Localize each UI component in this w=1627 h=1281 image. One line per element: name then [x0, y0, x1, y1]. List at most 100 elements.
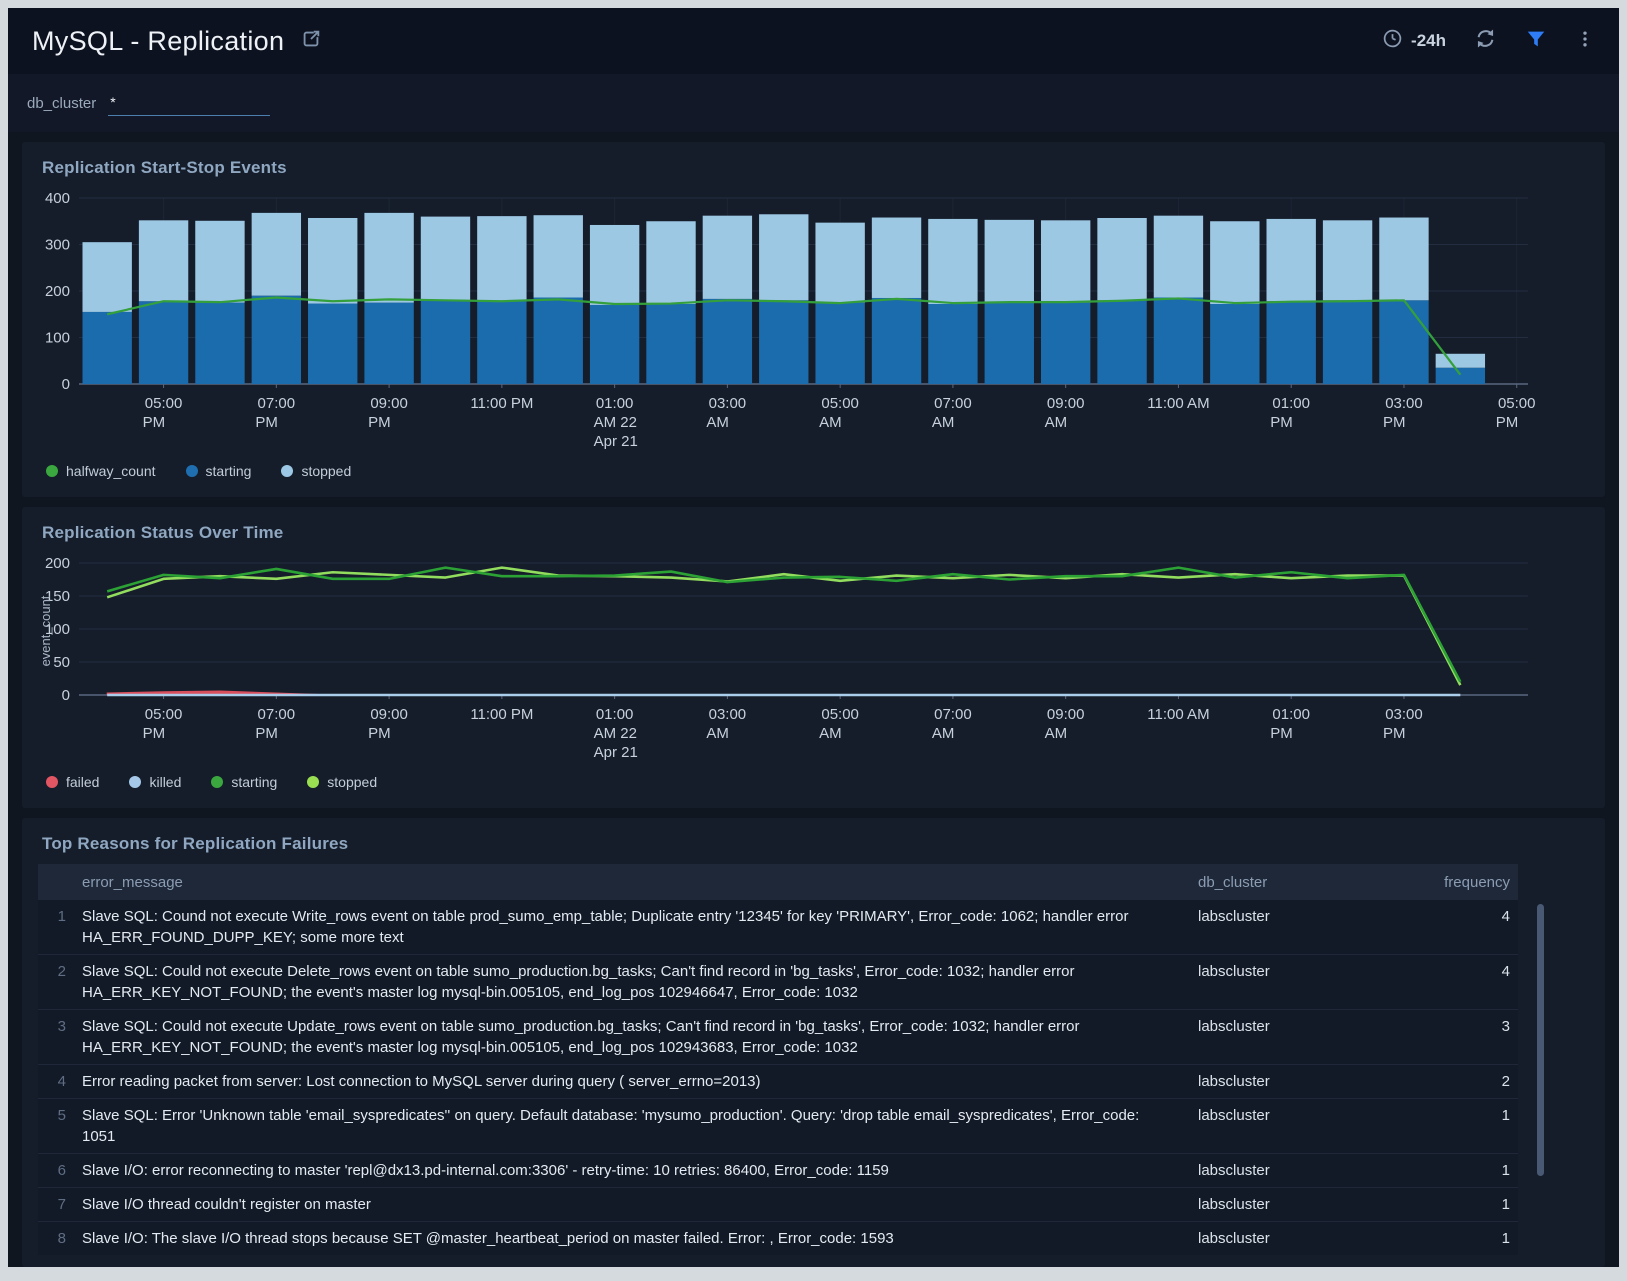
- row-number: 6: [38, 1154, 82, 1187]
- svg-text:PM: PM: [368, 725, 391, 742]
- cell-error-message: Slave I/O: error reconnecting to master …: [82, 1154, 1198, 1187]
- panel-title: Replication Start-Stop Events: [42, 158, 1589, 178]
- svg-text:200: 200: [45, 555, 70, 572]
- svg-text:PM: PM: [143, 725, 166, 742]
- cell-error-message: Slave I/O thread couldn't register on ma…: [82, 1188, 1198, 1221]
- legend-dot-killed: [129, 776, 141, 788]
- cell-db-cluster: labscluster: [1198, 900, 1428, 933]
- svg-text:09:00: 09:00: [370, 706, 408, 723]
- page-title: MySQL - Replication: [32, 26, 284, 57]
- legend-item-stopped[interactable]: stopped: [281, 463, 351, 479]
- svg-text:AM: AM: [706, 414, 729, 431]
- legend-dot-stopped: [281, 465, 293, 477]
- svg-text:05:00: 05:00: [145, 706, 183, 723]
- cell-db-cluster: labscluster: [1198, 1065, 1428, 1098]
- header-actions: -24h: [1382, 27, 1595, 55]
- failures-table: error_message db_cluster frequency 1Slav…: [38, 864, 1518, 1255]
- cell-db-cluster: labscluster: [1198, 1154, 1428, 1187]
- svg-text:PM: PM: [143, 414, 166, 431]
- svg-text:05:00: 05:00: [821, 706, 859, 723]
- svg-text:05:00: 05:00: [1498, 395, 1536, 412]
- cell-error-message: Slave I/O: The slave I/O thread stops be…: [82, 1222, 1198, 1255]
- kebab-menu-icon: [1575, 29, 1595, 54]
- svg-text:11:00 PM: 11:00 PM: [470, 395, 533, 412]
- legend-item-failed[interactable]: failed: [46, 774, 99, 790]
- svg-text:11:00 AM: 11:00 AM: [1147, 395, 1209, 412]
- table-scrollbar[interactable]: [1537, 904, 1544, 1176]
- time-range-label: -24h: [1411, 31, 1446, 51]
- svg-text:PM: PM: [1383, 725, 1406, 742]
- legend-item-killed[interactable]: killed: [129, 774, 181, 790]
- svg-text:09:00: 09:00: [1047, 395, 1085, 412]
- table-row: 7Slave I/O thread couldn't register on m…: [38, 1187, 1518, 1221]
- svg-text:event_count: event_count: [38, 595, 53, 666]
- column-header-error-message: error_message: [82, 874, 1198, 891]
- cell-db-cluster: labscluster: [1198, 1222, 1428, 1255]
- svg-text:0: 0: [62, 376, 70, 393]
- svg-text:01:00: 01:00: [1272, 706, 1310, 723]
- svg-text:AM: AM: [932, 725, 955, 742]
- svg-text:01:00: 01:00: [596, 706, 634, 723]
- row-number: 5: [38, 1099, 82, 1132]
- legend-label: stopped: [327, 774, 377, 790]
- legend-dot-starting: [186, 465, 198, 477]
- table-row: 8Slave I/O: The slave I/O thread stops b…: [38, 1221, 1518, 1255]
- legend-item-starting[interactable]: starting: [211, 774, 277, 790]
- panel-replication-status-over-time: Replication Status Over Time 05010015020…: [22, 507, 1605, 808]
- cell-error-message: Error reading packet from server: Lost c…: [82, 1065, 1198, 1098]
- svg-text:11:00 PM: 11:00 PM: [470, 706, 533, 723]
- table-row: 2Slave SQL: Could not execute Delete_row…: [38, 954, 1518, 1009]
- svg-text:07:00: 07:00: [934, 706, 972, 723]
- svg-text:07:00: 07:00: [258, 706, 296, 723]
- svg-text:01:00: 01:00: [596, 395, 634, 412]
- svg-text:AM 22: AM 22: [594, 414, 637, 431]
- cell-frequency: 1: [1428, 1188, 1518, 1221]
- legend-item-halfway_count[interactable]: halfway_count: [46, 463, 156, 479]
- svg-text:09:00: 09:00: [1047, 706, 1085, 723]
- db-cluster-filter-input[interactable]: [108, 91, 270, 116]
- filter-funnel-icon: [1525, 28, 1547, 55]
- svg-text:09:00: 09:00: [370, 395, 408, 412]
- time-range-button[interactable]: -24h: [1382, 28, 1446, 54]
- cell-error-message: Slave SQL: Could not execute Update_rows…: [82, 1010, 1198, 1064]
- cell-db-cluster: labscluster: [1198, 1099, 1428, 1132]
- svg-text:03:00: 03:00: [1385, 395, 1423, 412]
- refresh-button[interactable]: [1474, 27, 1497, 55]
- failures-table-body: 1Slave SQL: Cound not execute Write_rows…: [38, 900, 1518, 1255]
- svg-text:PM: PM: [1270, 414, 1293, 431]
- filter-toggle-button[interactable]: [1525, 28, 1547, 55]
- svg-text:Apr 21: Apr 21: [594, 433, 638, 450]
- row-number: 4: [38, 1065, 82, 1098]
- legend-dot-failed: [46, 776, 58, 788]
- share-button[interactable]: [300, 28, 322, 55]
- svg-text:11:00 AM: 11:00 AM: [1147, 706, 1209, 723]
- panel-menu-button[interactable]: [1575, 29, 1595, 54]
- cell-frequency: 1: [1428, 1154, 1518, 1187]
- svg-text:AM: AM: [1045, 725, 1068, 742]
- panel-top-reasons-for-replication-failures: Top Reasons for Replication Failures err…: [22, 818, 1605, 1267]
- table-row: 4Error reading packet from server: Lost …: [38, 1064, 1518, 1098]
- row-number: 8: [38, 1222, 82, 1255]
- table-row: 5Slave SQL: Error 'Unknown table 'email_…: [38, 1098, 1518, 1153]
- legend-item-stopped[interactable]: stopped: [307, 774, 377, 790]
- svg-text:05:00: 05:00: [145, 395, 183, 412]
- dashboard-page: MySQL - Replication -24h: [8, 8, 1619, 1267]
- svg-text:50: 50: [53, 654, 70, 671]
- legend-label: failed: [66, 774, 99, 790]
- svg-text:AM 22: AM 22: [594, 725, 637, 742]
- svg-text:100: 100: [45, 330, 70, 347]
- cell-db-cluster: labscluster: [1198, 1188, 1428, 1221]
- svg-text:400: 400: [45, 190, 70, 207]
- share-icon: [300, 28, 322, 55]
- dashboard-filters: db_cluster: [8, 74, 1619, 132]
- start-stop-events-legend: halfway_count starting stopped: [46, 459, 1589, 483]
- legend-label: starting: [206, 463, 252, 479]
- svg-text:03:00: 03:00: [709, 395, 747, 412]
- svg-text:AM: AM: [819, 725, 842, 742]
- legend-item-starting[interactable]: starting: [186, 463, 252, 479]
- svg-text:03:00: 03:00: [1385, 706, 1423, 723]
- svg-text:AM: AM: [932, 414, 955, 431]
- cell-db-cluster: labscluster: [1198, 955, 1428, 988]
- start-stop-events-chart: 010020030040005:00PM07:00PM09:00PM11:00 …: [38, 188, 1589, 455]
- svg-text:0: 0: [62, 687, 70, 704]
